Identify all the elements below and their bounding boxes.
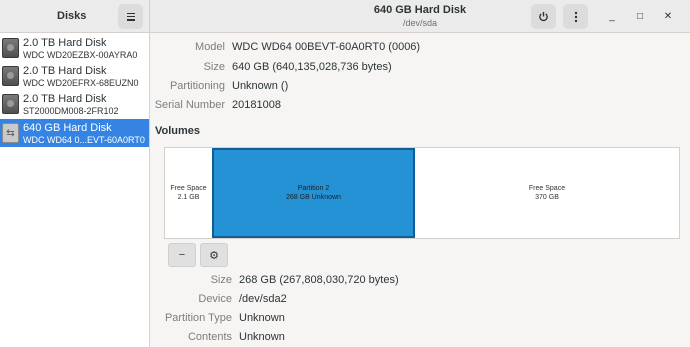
hamburger-icon [126, 12, 135, 21]
close-button[interactable]: ✕ [660, 8, 676, 24]
hard-disk-icon [2, 94, 19, 114]
disk-model: WDC WD20EZBX-00AYRA0 [23, 50, 138, 60]
sidebar-title: Disks [57, 10, 87, 22]
segment-size: 2.1 GB [177, 194, 200, 201]
close-icon: ✕ [663, 10, 673, 22]
size-value: 640 GB (640,135,028,736 bytes) [232, 61, 392, 73]
drive-options-button[interactable] [563, 4, 588, 29]
more-vertical-icon [574, 11, 577, 22]
device-label: Device [198, 293, 232, 305]
partition-options-button[interactable]: ⚙ [200, 243, 228, 267]
disk-name: 2.0 TB Hard Disk [23, 37, 107, 49]
disk-model: WDC WD64 0...EVT-60A0RT0 [23, 135, 145, 145]
volume-size-value: 268 GB (267,808,030,720 bytes) [239, 274, 399, 286]
maximize-icon: □ [636, 10, 644, 22]
gears-icon: ⚙ [209, 249, 219, 262]
disk-list-item[interactable]: 2.0 TB Hard Disk WDC WD20EFRX-68EUZN0 [0, 62, 149, 90]
hard-disk-icon [2, 66, 19, 86]
disk-name: 2.0 TB Hard Disk [23, 93, 107, 105]
contents-value: Unknown [239, 331, 285, 343]
minimize-icon: _ [609, 10, 615, 22]
maximize-button[interactable]: □ [632, 8, 648, 24]
header-bar: 640 GB Hard Disk /dev/sda _ □ ✕ [150, 0, 690, 33]
volume-segment-partition-selected[interactable]: Partition 2 268 GB Unknown [212, 148, 415, 238]
power-icon [539, 11, 548, 22]
segment-label: Partition 2 [297, 185, 330, 192]
model-label: Model [195, 41, 225, 53]
power-off-button[interactable] [531, 4, 556, 29]
segment-label: Free Space [528, 185, 566, 192]
disk-list-item[interactable]: 2.0 TB Hard Disk ST2000DM008-2FR102 [0, 90, 149, 118]
volume-size-label: Size [210, 274, 232, 286]
hard-disk-icon [2, 38, 19, 58]
partitioning-label: Partitioning [169, 80, 225, 92]
usb-disk-icon: ⇆ [2, 123, 19, 143]
disk-model: WDC WD20EFRX-68EUZN0 [23, 78, 139, 88]
contents-label: Contents [187, 331, 232, 343]
delete-partition-button[interactable]: − [168, 243, 196, 267]
segment-label: Free Space [170, 185, 207, 192]
main-menu-button[interactable] [118, 4, 143, 29]
sidebar-header: Disks [0, 0, 149, 33]
minus-icon: − [178, 249, 186, 261]
disk-name: 2.0 TB Hard Disk [23, 65, 107, 77]
model-value: WDC WD64 00BEVT-60A0RT0 (0006) [232, 41, 421, 53]
partition-type-label: Partition Type [164, 312, 232, 324]
partition-type-value: Unknown [239, 312, 285, 324]
disk-model: ST2000DM008-2FR102 [23, 106, 119, 116]
segment-size: 268 GB Unknown [286, 194, 341, 201]
volumes-map: Free Space 2.1 GB Partition 2 268 GB Unk… [164, 147, 680, 239]
disk-list-item-selected[interactable]: ⇆ 640 GB Hard Disk WDC WD64 0...EVT-60A0… [0, 119, 149, 147]
minimize-button[interactable]: _ [604, 8, 620, 24]
partitioning-value: Unknown () [232, 80, 289, 92]
device-value: /dev/sda2 [239, 293, 287, 305]
disk-name: 640 GB Hard Disk [23, 122, 112, 134]
disk-list-item[interactable]: 2.0 TB Hard Disk WDC WD20EZBX-00AYRA0 [0, 34, 149, 62]
volume-segment-free-space[interactable]: Free Space 2.1 GB [165, 148, 212, 238]
size-label: Size [203, 61, 225, 73]
volumes-heading: Volumes [155, 125, 201, 137]
disks-sidebar: Disks 2.0 TB Hard Disk WDC WD20EZBX-00AY… [0, 0, 150, 347]
serial-number-value: 20181008 [232, 99, 281, 111]
segment-size: 370 GB [535, 194, 559, 201]
volume-segment-free-space[interactable]: Free Space 370 GB [415, 148, 679, 238]
serial-number-label: Serial Number [154, 99, 225, 111]
